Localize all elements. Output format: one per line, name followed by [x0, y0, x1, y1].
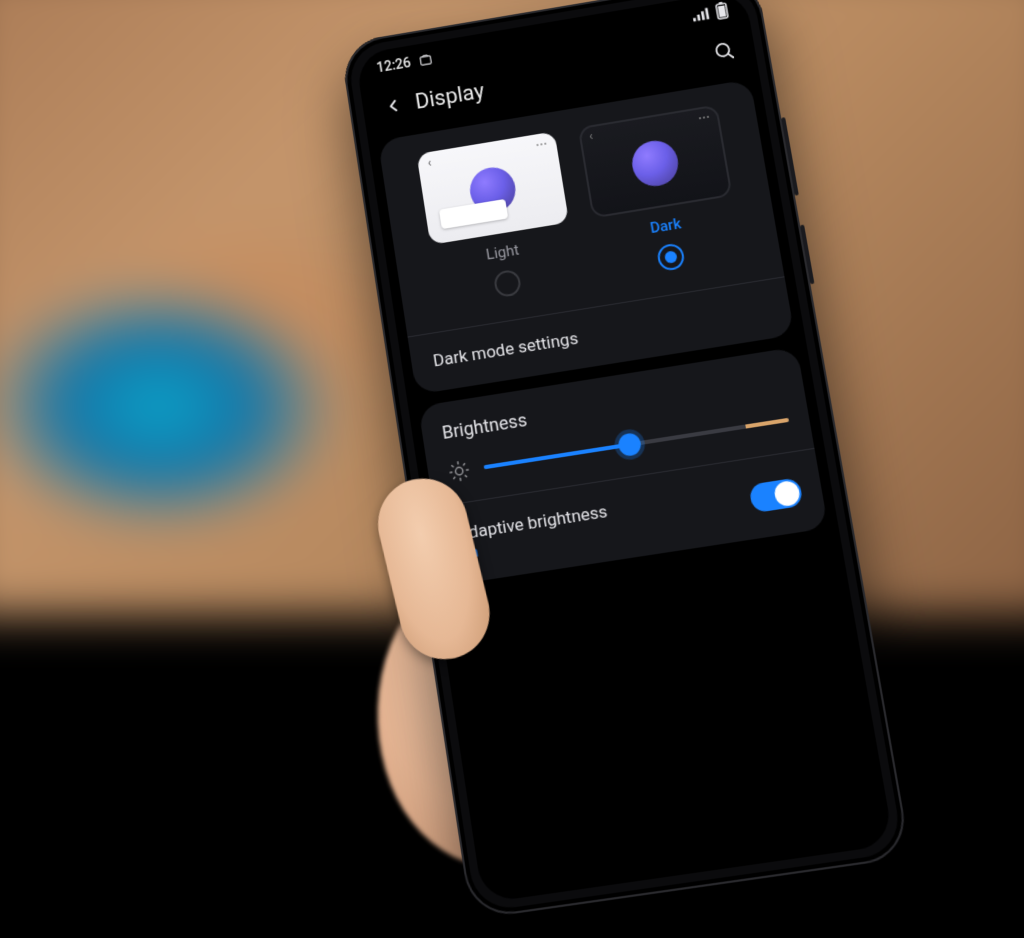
- back-button[interactable]: [374, 87, 412, 125]
- scene: 12:26: [0, 0, 1024, 576]
- radio-light[interactable]: [493, 269, 522, 299]
- search-icon: [711, 38, 736, 63]
- sun-icon: [447, 459, 472, 484]
- phone: 12:26: [340, 0, 912, 920]
- brightness-slider-thumb[interactable]: [617, 432, 643, 457]
- signal-icon: [691, 6, 711, 22]
- theme-preview-dark: ‹: [578, 104, 733, 218]
- theme-options: ‹ Light ‹ Dark: [400, 102, 760, 310]
- chevron-left-icon: [382, 95, 404, 117]
- battery-icon: [715, 1, 730, 20]
- theme-option-light[interactable]: ‹ Light: [416, 131, 579, 307]
- theme-label-light: Light: [485, 241, 520, 264]
- screenshot-icon: [418, 53, 434, 69]
- theme-preview-light: ‹: [416, 131, 569, 245]
- theme-label-dark: Dark: [649, 214, 683, 237]
- radio-dark[interactable]: [656, 242, 686, 272]
- theme-option-dark[interactable]: ‹ Dark: [578, 104, 744, 281]
- status-time: 12:26: [376, 55, 412, 76]
- adaptive-brightness-toggle[interactable]: [748, 477, 803, 513]
- dark-mode-settings-label: Dark mode settings: [432, 329, 580, 372]
- page-title: Display: [414, 79, 486, 114]
- adaptive-brightness-row[interactable]: Adaptive brightness On: [456, 472, 804, 563]
- search-button[interactable]: [704, 32, 743, 70]
